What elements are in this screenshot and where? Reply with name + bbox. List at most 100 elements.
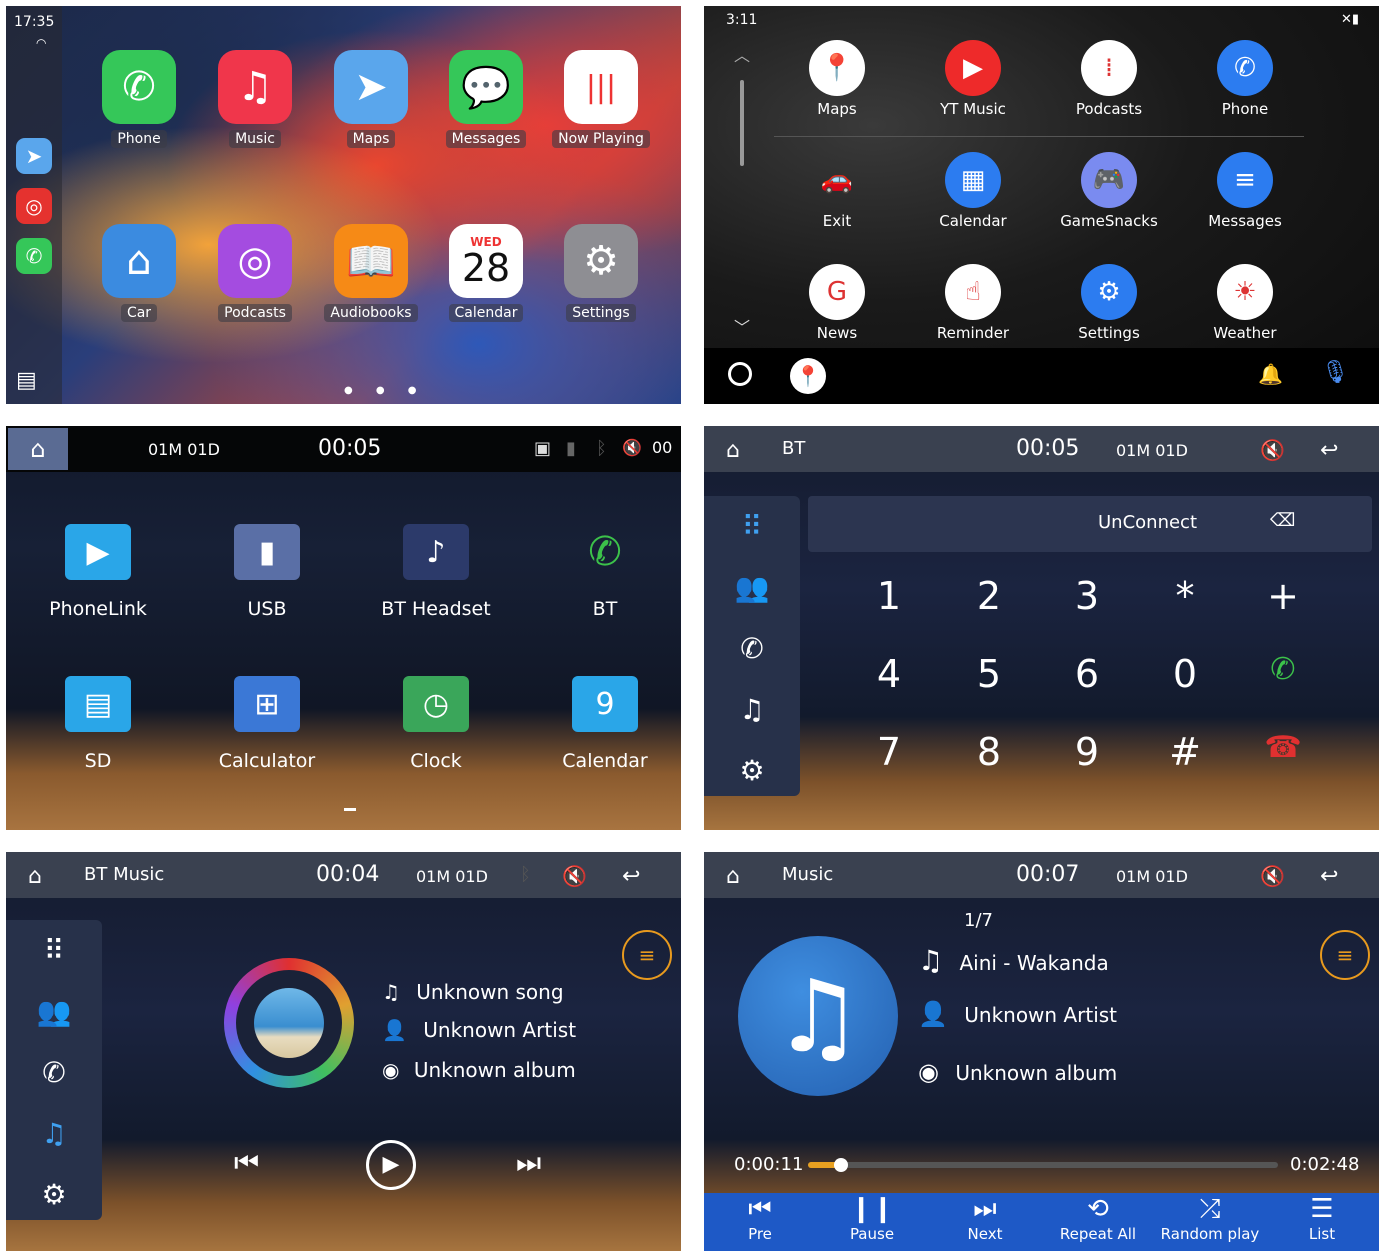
back-icon[interactable]: ↩ — [1320, 864, 1338, 889]
settings-icon[interactable]: ⚙ — [704, 740, 800, 801]
dialpad-icon[interactable]: ⠿ — [6, 920, 102, 981]
app-maps[interactable]: ➤ Maps — [316, 50, 426, 148]
mute-icon[interactable]: 🔇 — [1260, 438, 1285, 462]
app-news[interactable]: G News — [772, 264, 902, 342]
microphone-icon[interactable]: 🎙 — [1321, 360, 1349, 385]
bt-music-icon[interactable]: ♫ — [704, 679, 800, 740]
dialpad-key[interactable]: 4 — [840, 652, 938, 696]
dialpad-key[interactable]: 6 — [1038, 652, 1136, 696]
app-usb[interactable]: ▮ USB — [182, 524, 352, 620]
scroll-down-icon[interactable]: ﹀ — [734, 314, 750, 338]
back-icon[interactable]: ↩ — [622, 864, 640, 889]
mute-icon[interactable]: 🔇 — [1260, 864, 1285, 888]
progress-handle[interactable] — [833, 1158, 848, 1172]
home-icon[interactable]: ⌂ — [726, 438, 740, 463]
control-repeat-all[interactable]: ⟲ Repeat All — [1042, 1193, 1154, 1251]
control-list[interactable]: ☰ List — [1266, 1193, 1378, 1251]
dashboard-toggle-icon[interactable]: ▤ — [16, 368, 37, 393]
equalizer-icon[interactable]: ≡ — [1320, 930, 1370, 980]
next-track-icon[interactable]: ⏭ — [516, 1146, 541, 1180]
call-log-icon[interactable]: ✆ — [6, 1042, 102, 1103]
app-music[interactable]: ♫ Music — [200, 50, 310, 148]
control-next[interactable]: ⏭ Next — [929, 1193, 1041, 1251]
control-random-play[interactable]: ⤮ Random play — [1154, 1193, 1266, 1251]
app-label: Now Playing — [552, 130, 650, 148]
app-audiobooks[interactable]: 📖 Audiobooks — [316, 224, 426, 322]
app-podcasts[interactable]: ⁞ Podcasts — [1044, 40, 1174, 118]
back-icon[interactable]: ↩ — [1320, 438, 1338, 463]
dialpad-key[interactable]: 8 — [940, 730, 1038, 774]
dialpad-key[interactable]: 7 — [840, 730, 938, 774]
app-phone[interactable]: ✆ Phone — [84, 50, 194, 148]
app-phone[interactable]: ✆ Phone — [1180, 40, 1310, 118]
app-label: Audiobooks — [324, 304, 418, 322]
scroll-up-icon[interactable]: ︿ — [734, 42, 750, 66]
dialpad-key[interactable]: 2 — [940, 574, 1038, 618]
app-messages[interactable]: ≡ Messages — [1180, 152, 1310, 230]
dialpad-key[interactable]: # — [1136, 730, 1234, 774]
elapsed-time: 0:00:11 — [734, 1154, 804, 1175]
app-bt-headset[interactable]: ♪ BT Headset — [351, 524, 521, 620]
app-yt-music[interactable]: ▶ YT Music — [908, 40, 1038, 118]
news-icon: G — [809, 264, 865, 320]
backspace-icon[interactable]: ⌫ — [1270, 510, 1295, 531]
app-now-playing[interactable]: ||| Now Playing — [546, 50, 656, 148]
app-clock[interactable]: ◷ Clock — [351, 676, 521, 772]
dialpad-key[interactable]: 1 — [840, 574, 938, 618]
app-exit[interactable]: 🚗 Exit — [772, 152, 902, 230]
calendar-date: 28 — [461, 246, 511, 290]
home-icon[interactable]: ⌂ — [8, 428, 68, 470]
contacts-icon[interactable]: 👥 — [6, 981, 102, 1042]
app-sd[interactable]: ▤ SD — [13, 676, 183, 772]
app-calendar[interactable]: WED 28 Calendar — [431, 224, 541, 322]
dock-netease-icon[interactable]: ◎ — [16, 188, 52, 224]
play-button-icon[interactable]: ▶ — [366, 1140, 416, 1190]
app-bt[interactable]: ✆ BT — [520, 524, 681, 620]
app-settings[interactable]: ⚙ Settings — [1044, 264, 1174, 342]
app-settings[interactable]: ⚙ Settings — [546, 224, 656, 322]
app-calendar[interactable]: ▦ Calendar — [908, 152, 1038, 230]
dialpad-key[interactable]: 0 — [1136, 652, 1234, 696]
dialpad-icon[interactable]: ⠿ — [704, 496, 800, 557]
dialpad-key[interactable]: 3 — [1038, 574, 1136, 618]
previous-track-icon[interactable]: ⏮ — [234, 1146, 259, 1180]
home-icon[interactable]: ⌂ — [28, 864, 42, 889]
app-podcasts[interactable]: ◎ Podcasts — [200, 224, 310, 322]
control-pre[interactable]: ⏮ Pre — [704, 1193, 816, 1251]
app-phonelink[interactable]: ▶ PhoneLink — [13, 524, 183, 620]
dialpad-key[interactable]: + — [1234, 574, 1332, 618]
app-weather[interactable]: ☀ Weather — [1180, 264, 1310, 342]
app-maps[interactable]: 📍 Maps — [772, 40, 902, 118]
scrollbar[interactable] — [740, 80, 744, 166]
maps-shortcut-icon[interactable]: 📍 — [790, 358, 826, 394]
home-button-icon[interactable] — [728, 362, 752, 386]
call-button-icon[interactable]: ✆ — [1234, 652, 1332, 687]
dialpad-key[interactable]: 9 — [1038, 730, 1136, 774]
carplay-screen: 17:35 ◠ ➤ ◎ ✆ ▤ ✆ Phone ♫ Music ➤ Maps 💬 Messag… — [6, 6, 681, 404]
app-car[interactable]: ⌂ Car — [84, 224, 194, 322]
home-icon[interactable]: ⌂ — [726, 864, 740, 889]
app-reminder[interactable]: ☝ Reminder — [908, 264, 1038, 342]
hangup-button-icon[interactable]: ☎ — [1234, 730, 1332, 765]
equalizer-icon[interactable]: ≡ — [622, 930, 672, 980]
bt-music-icon[interactable]: ♫ — [6, 1103, 102, 1164]
contacts-icon[interactable]: 👥 — [704, 557, 800, 618]
dock-phone-icon[interactable]: ✆ — [16, 238, 52, 274]
control-pause[interactable]: ❙❙ Pause — [816, 1193, 928, 1251]
connection-status-bar: UnConnect ⌫ — [808, 496, 1372, 552]
dock-maps-icon[interactable]: ➤ — [16, 138, 52, 174]
call-log-icon[interactable]: ✆ — [704, 618, 800, 679]
notification-bell-icon[interactable]: 🔔 — [1258, 362, 1283, 386]
mute-icon[interactable]: 🔇 — [622, 438, 642, 457]
progress-slider[interactable] — [808, 1158, 1278, 1172]
app-label: Calendar — [448, 304, 524, 322]
app-calculator[interactable]: ⊞ Calculator — [182, 676, 352, 772]
app-gamesnacks[interactable]: 🎮 GameSnacks — [1044, 152, 1174, 230]
date-readout: 01M 01D — [1116, 867, 1188, 886]
dialpad-key[interactable]: 5 — [940, 652, 1038, 696]
app-calendar[interactable]: 9 Calendar — [520, 676, 681, 772]
mute-icon[interactable]: 🔇 — [562, 864, 587, 888]
settings-icon[interactable]: ⚙ — [6, 1164, 102, 1225]
dialpad-key[interactable]: * — [1136, 574, 1234, 618]
app-messages[interactable]: 💬 Messages — [431, 50, 541, 148]
